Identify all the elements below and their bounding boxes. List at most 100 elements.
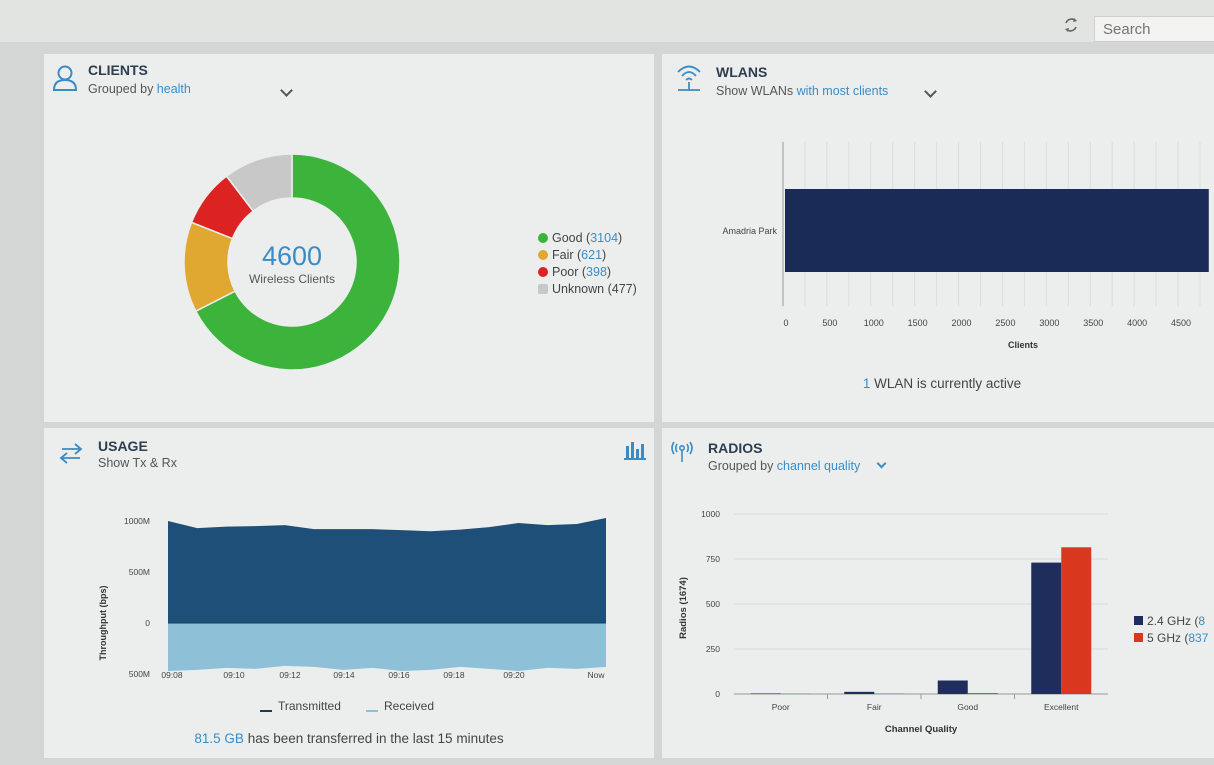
legend-item-poor[interactable]: Poor (398) <box>538 265 611 279</box>
radios-y-tick: 500 <box>706 599 720 609</box>
donut-total: 4600 <box>261 241 323 271</box>
radios-y-tick: 0 <box>715 689 720 699</box>
wlan-x-tick: 2000 <box>952 318 972 328</box>
radios-grouped-value[interactable]: channel quality <box>777 459 860 473</box>
wlans-bar-chart: Amadria Park 0 500 1000 1500 2000 2500 3000 3500… <box>722 142 1209 350</box>
legend-count: 8 <box>1198 614 1206 628</box>
radios-category-label: Fair <box>867 702 882 712</box>
wlan-category-label: Amadria Park <box>722 226 777 236</box>
usage-x-tick: 09:08 <box>161 670 183 680</box>
usage-y-tick: 0 <box>145 618 150 628</box>
usage-y-axis-label: Throughput (bps) <box>98 586 108 661</box>
clients-title: CLIENTS <box>88 62 148 78</box>
radios-category-label: Poor <box>772 702 790 712</box>
legend-count: 3104 <box>590 231 619 245</box>
radios-bar-chart: 0 250 500 750 1000 Poor Fair Good Excellent Chann… <box>678 509 1108 735</box>
legend-count: 837 <box>1188 631 1209 645</box>
usage-transferred: 81.5 GB has been transferred in the last… <box>44 731 654 746</box>
radios-title: RADIOS <box>708 440 763 456</box>
radios-bar-good-5ghz <box>967 693 998 694</box>
search-input[interactable] <box>1094 16 1214 42</box>
donut-total-label: Wireless Clients <box>248 272 335 286</box>
wlan-x-tick: 1500 <box>908 318 928 328</box>
wlan-x-tick: 3000 <box>1039 318 1059 328</box>
wlan-x-axis-label: Clients <box>1008 340 1038 350</box>
chevron-down-icon[interactable] <box>924 85 937 98</box>
wlans-show-selector[interactable]: Show WLANs with most clients <box>716 84 888 98</box>
radios-x-axis-label: Channel Quality <box>885 724 958 735</box>
legend-label: Fair ( <box>552 248 582 262</box>
usage-y-tick: 500M <box>129 669 150 679</box>
wlans-show-value[interactable]: with most clients <box>797 84 889 98</box>
grouped-by-health[interactable]: health <box>157 82 191 96</box>
usage-panel: USAGE Show Tx & Rx 1500M1000M500M0500M09… <box>44 428 654 758</box>
chevron-down-icon[interactable] <box>280 84 293 97</box>
legend-item-unknown[interactable]: Unknown (477) <box>538 282 637 296</box>
transferred-amount: 81.5 GB <box>194 731 244 746</box>
legend-swatch <box>1134 616 1143 625</box>
legend-item-good[interactable]: Good (3104) <box>538 231 622 245</box>
wlans-active-text: WLAN is currently active <box>870 376 1022 391</box>
usage-x-tick: 09:16 <box>388 670 410 680</box>
radios-bar-excellent-2-4ghz <box>1031 562 1062 694</box>
transfer-arrows-icon <box>59 443 83 464</box>
wlan-x-tick: 0 <box>783 318 788 328</box>
usage-area-chart: 1500M1000M500M0500M09:0809:1009:1209:140… <box>98 516 606 713</box>
legend-dot <box>538 267 548 277</box>
usage-x-tick: 09:10 <box>223 670 245 680</box>
legend-count: 477 <box>611 282 633 296</box>
legend-label: 5 GHz ( <box>1147 631 1189 645</box>
wlan-x-tick: 3500 <box>1083 318 1103 328</box>
usage-y-tick: 1000M <box>124 516 150 526</box>
clients-panel: CLIENTS Grouped by health 4600 Wireless … <box>44 54 654 422</box>
radios-y-tick: 250 <box>706 644 720 654</box>
grouped-by-prefix: Grouped by <box>88 82 157 96</box>
radios-legend-item[interactable]: 2.4 GHz (8 <box>1134 614 1205 628</box>
radios-legend-item[interactable]: 5 GHz (837 <box>1134 631 1208 645</box>
legend-item-fair[interactable]: Fair (621) <box>538 248 606 262</box>
usage-x-tick: Now <box>587 670 605 680</box>
clients-grouped-by[interactable]: Grouped by health <box>88 82 191 96</box>
radios-grouped-prefix: Grouped by <box>708 459 777 473</box>
radios-panel: RADIOS Grouped by channel quality 0 250 50… <box>662 428 1214 758</box>
wlans-title: WLANS <box>716 64 768 80</box>
transmitted-area <box>168 517 606 623</box>
usage-y-tick: 500M <box>129 567 150 577</box>
legend-paren: ) <box>602 248 607 262</box>
transferred-text: has been transferred in the last 15 minu… <box>243 731 504 746</box>
radios-bar-excellent-5ghz <box>1061 547 1092 694</box>
radios-y-axis-label: Radios (1674) <box>678 577 689 639</box>
legend-count: 621 <box>581 248 603 262</box>
legend-dot <box>538 233 548 243</box>
transmitted-legend-label: Transmitted <box>278 699 341 713</box>
radios-bar-good-2-4ghz <box>937 680 968 694</box>
received-area <box>168 623 606 671</box>
legend-label: Unknown ( <box>552 282 612 296</box>
wlan-x-tick: 4000 <box>1127 318 1147 328</box>
top-bar <box>0 0 1214 42</box>
radios-bar-poor-2-4ghz <box>750 693 781 694</box>
legend-label: Good ( <box>552 231 591 245</box>
bar-chart-icon[interactable] <box>624 440 646 460</box>
usage-x-tick: 09:12 <box>279 670 301 680</box>
usage-x-tick: 09:14 <box>333 670 355 680</box>
radios-grouped-by[interactable]: Grouped by channel quality <box>708 459 860 473</box>
wlans-panel: WLANS Show WLANs with most clients Amadr… <box>662 54 1214 422</box>
legend-dot <box>538 250 548 260</box>
wlans-show-prefix: Show WLANs <box>716 84 797 98</box>
radios-category-label: Excellent <box>1044 702 1079 712</box>
wlans-active-status: 1 WLAN is currently active <box>662 376 1214 391</box>
wlan-x-tick: 2500 <box>995 318 1015 328</box>
legend-swatch <box>1134 633 1143 642</box>
legend-paren: ) <box>606 265 612 279</box>
antenna-icon <box>671 441 693 462</box>
wlan-x-tick: 1000 <box>864 318 884 328</box>
refresh-icon[interactable] <box>1062 16 1080 34</box>
radios-y-tick: 1000 <box>701 509 720 519</box>
chevron-down-icon[interactable] <box>876 458 887 469</box>
usage-x-tick: 09:20 <box>503 670 525 680</box>
radios-y-tick: 750 <box>706 554 720 564</box>
user-icon <box>52 65 78 91</box>
usage-subtitle[interactable]: Show Tx & Rx <box>98 456 177 470</box>
radios-bar-fair-2-4ghz <box>844 691 875 694</box>
